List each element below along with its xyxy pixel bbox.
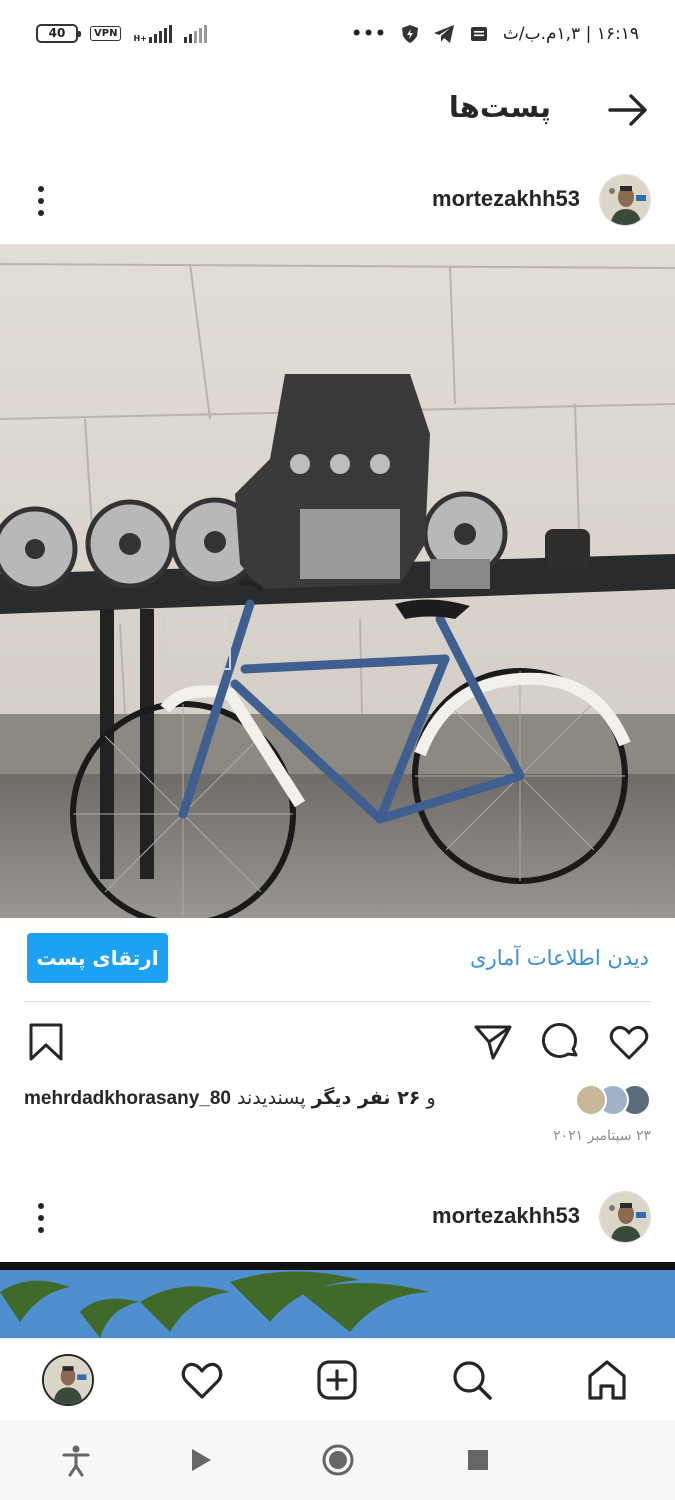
status-left: 40 VPN H+	[36, 24, 207, 43]
status-right: ۱۶:۱۹ | ۱,۳م.ب/ث •••	[351, 24, 639, 44]
likes-summary[interactable]: و ۲۶ نفر دیگر پسندیدند mehrdadkhorasany_…	[24, 1087, 436, 1110]
avatar[interactable]	[599, 174, 651, 226]
notification-icon	[470, 27, 487, 41]
network-type: H+	[133, 33, 147, 43]
vpn-badge: VPN	[90, 26, 122, 41]
more-vertical-icon[interactable]	[36, 186, 46, 220]
play-icon[interactable]	[180, 1440, 220, 1480]
search-icon[interactable]	[448, 1356, 496, 1404]
telegram-icon	[433, 25, 454, 43]
accessibility-icon[interactable]	[56, 1440, 96, 1480]
send-icon[interactable]	[471, 1020, 515, 1064]
post-username[interactable]: mortezakhh53	[432, 186, 580, 212]
system-navigation	[0, 1420, 675, 1500]
likes-suffix: پسندیدند	[237, 1087, 306, 1109]
insights-row: دیدن اطلاعات آماری ارتقای پست	[0, 918, 675, 1002]
comment-icon[interactable]	[539, 1020, 583, 1064]
stop-icon[interactable]	[458, 1440, 498, 1480]
more-vertical-icon[interactable]	[36, 1203, 46, 1237]
likes-row: و ۲۶ نفر دیگر پسندیدند mehrdadkhorasany_…	[0, 1082, 675, 1118]
home-button-icon[interactable]	[318, 1440, 358, 1480]
divider	[24, 1001, 651, 1002]
likes-count: ۲۶ نفر دیگر	[311, 1087, 421, 1109]
post-username[interactable]: mortezakhh53	[432, 1203, 580, 1229]
page-title: پست‌ها	[448, 90, 551, 124]
bookmark-icon[interactable]	[24, 1020, 68, 1064]
post-image[interactable]	[0, 244, 675, 918]
signal-icon-2	[183, 24, 207, 43]
likes-prefix: و	[426, 1087, 436, 1109]
bottom-navigation	[0, 1338, 675, 1420]
heart-icon[interactable]	[178, 1356, 226, 1404]
view-insights-link[interactable]: دیدن اطلاعات آماری	[470, 946, 649, 970]
status-time: ۱۶:۱۹ | ۱,۳م.ب/ث	[502, 24, 639, 44]
shield-icon	[401, 25, 418, 43]
status-bar: ۱۶:۱۹ | ۱,۳م.ب/ث ••• 40 VPN H+	[0, 0, 675, 72]
plus-square-icon[interactable]	[313, 1356, 361, 1404]
heart-icon[interactable]	[607, 1020, 651, 1064]
avatar[interactable]	[42, 1354, 94, 1406]
signal-icon	[148, 24, 172, 43]
post-image[interactable]	[0, 1262, 675, 1338]
liked-by-username[interactable]: mehrdadkhorasany_80	[24, 1088, 231, 1109]
post-actions	[0, 1018, 675, 1066]
post-header: mortezakhh53	[0, 158, 675, 242]
post-header: mortezakhh53	[0, 1175, 675, 1259]
liker-avatars[interactable]	[567, 1084, 651, 1118]
arrow-right-icon[interactable]	[607, 92, 649, 128]
battery-icon: 40	[36, 24, 81, 43]
status-dots: •••	[351, 24, 387, 44]
top-header: پست‌ها	[0, 72, 675, 148]
post-date: ۲۳ سپتامبر ۲۰۲۱	[553, 1128, 651, 1144]
boost-post-button[interactable]: ارتقای پست	[27, 933, 168, 983]
home-icon[interactable]	[583, 1356, 631, 1404]
avatar	[575, 1084, 607, 1116]
avatar[interactable]	[599, 1191, 651, 1243]
